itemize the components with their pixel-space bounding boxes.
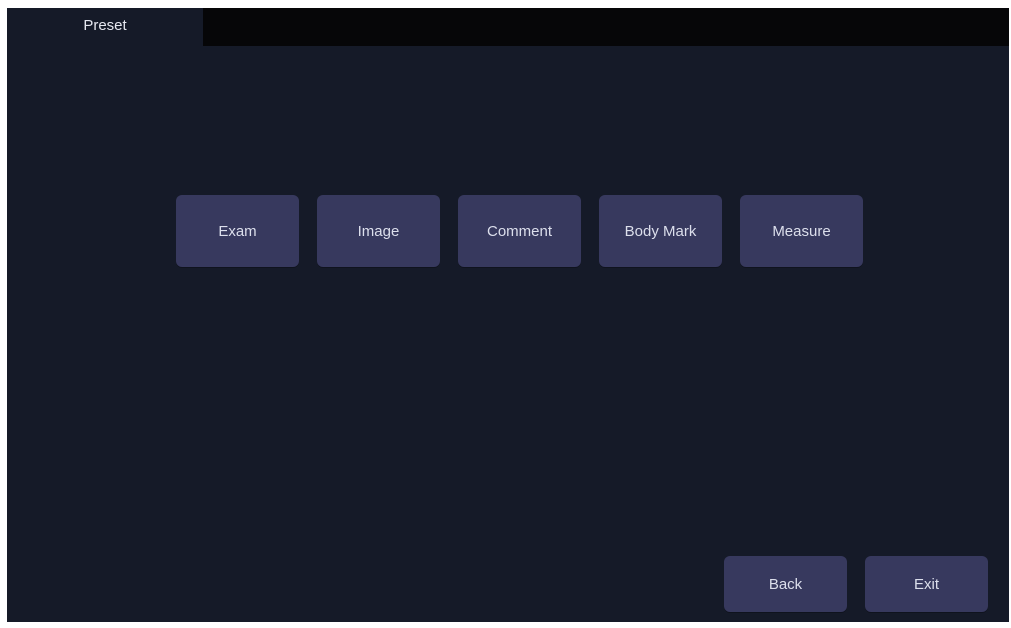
tab-preset-label: Preset bbox=[83, 16, 127, 34]
tab-preset[interactable]: Preset bbox=[7, 8, 203, 46]
image-button[interactable]: Image bbox=[317, 195, 440, 267]
exit-button[interactable]: Exit bbox=[865, 556, 988, 612]
comment-button[interactable]: Comment bbox=[458, 195, 581, 267]
tab-bar: Preset bbox=[7, 8, 1009, 46]
body-mark-button[interactable]: Body Mark bbox=[599, 195, 722, 267]
exam-button[interactable]: Exam bbox=[176, 195, 299, 267]
measure-button[interactable]: Measure bbox=[740, 195, 863, 267]
back-button[interactable]: Back bbox=[724, 556, 847, 612]
preset-screen: Preset Exam Image Comment Body Mark Meas… bbox=[7, 8, 1009, 622]
